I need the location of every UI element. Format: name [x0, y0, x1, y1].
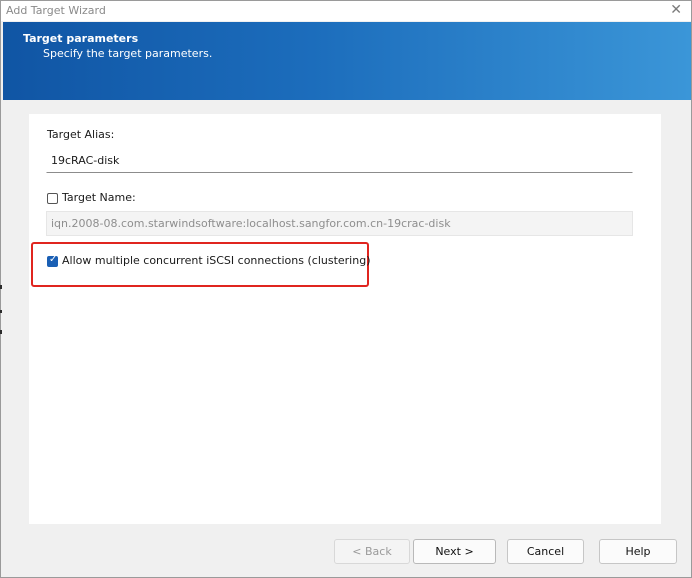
edge-mark — [0, 330, 2, 334]
edge-mark — [0, 285, 2, 289]
clustering-label: Allow multiple concurrent iSCSI connecti… — [62, 254, 371, 267]
header-banner: Target parameters Specify the target par… — [3, 22, 691, 100]
title-bar: Add Target Wizard ✕ — [1, 1, 691, 21]
target-name-input: iqn.2008-08.com.starwindsoftware:localho… — [46, 211, 633, 236]
cancel-button[interactable]: Cancel — [507, 539, 584, 564]
banner-title: Target parameters — [23, 32, 139, 45]
edge-mark — [0, 310, 2, 313]
target-alias-label: Target Alias: — [47, 128, 115, 141]
window-title: Add Target Wizard — [6, 4, 106, 17]
target-alias-input[interactable]: 19cRAC-disk — [46, 148, 633, 173]
target-name-label: Target Name: — [62, 191, 136, 204]
checkmark-icon: ✓ — [49, 254, 58, 265]
close-icon[interactable]: ✕ — [670, 1, 682, 19]
help-button[interactable]: Help — [599, 539, 677, 564]
content-panel — [29, 114, 661, 524]
back-button[interactable]: < Back — [334, 539, 410, 564]
clustering-checkbox[interactable]: ✓ — [47, 254, 58, 267]
next-button[interactable]: Next > — [413, 539, 496, 564]
banner-subtitle: Specify the target parameters. — [43, 47, 213, 60]
target-name-checkbox[interactable] — [47, 193, 58, 204]
